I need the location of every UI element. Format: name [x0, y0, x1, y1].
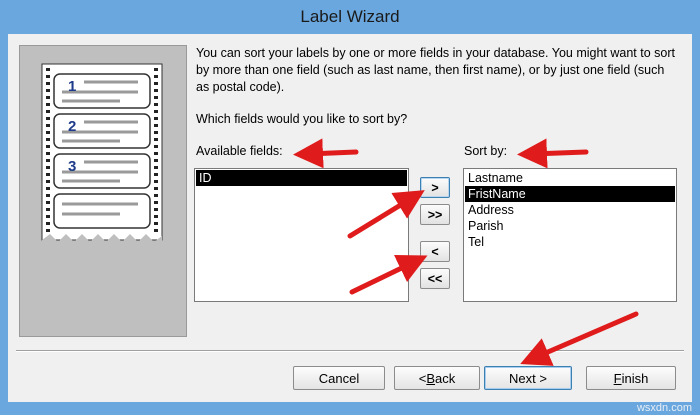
label-wizard-window: Label Wizard 1 2 3 You can sort your lab…	[0, 0, 700, 415]
intro-text: You can sort your labels by one or more …	[196, 46, 675, 94]
next-button[interactable]: Next >	[484, 366, 572, 390]
illus-label-3: 3	[68, 158, 76, 175]
available-fields-label: Available fields:	[196, 144, 283, 158]
window-title: Label Wizard	[300, 7, 400, 26]
illus-label-2: 2	[68, 118, 76, 135]
footer-separator	[16, 350, 684, 352]
sort-field-item[interactable]: Tel	[465, 234, 675, 250]
sort-field-item[interactable]: Address	[465, 202, 675, 218]
back-button-rest: ack	[435, 370, 456, 386]
finish-button-mnemonic: F	[613, 370, 622, 386]
back-button[interactable]: < Back	[394, 366, 480, 390]
title-bar[interactable]: Label Wizard	[0, 0, 700, 34]
sort-field-item[interactable]: FristName	[465, 186, 675, 202]
finish-button[interactable]: Finish	[586, 366, 676, 390]
remove-field-button[interactable]: <	[420, 241, 450, 262]
label-sheet-illustration: 1 2 3	[41, 63, 163, 251]
sort-by-label: Sort by:	[464, 144, 508, 158]
sort-field-item[interactable]: Lastname	[465, 170, 675, 186]
cancel-button[interactable]: Cancel	[293, 366, 385, 390]
watermark-text: wsxdn.com	[636, 402, 692, 414]
label-illustration-panel: 1 2 3	[19, 45, 187, 337]
add-field-button[interactable]: >	[420, 177, 450, 198]
available-field-item[interactable]: ID	[196, 170, 407, 186]
back-button-mnemonic: B	[426, 370, 436, 386]
sort-by-list[interactable]: Lastname FristName Address Parish Tel	[463, 168, 677, 302]
add-all-fields-button[interactable]: >>	[420, 204, 450, 225]
available-fields-list[interactable]: ID	[194, 168, 409, 302]
finish-button-rest: inish	[621, 370, 649, 386]
sort-field-item[interactable]: Parish	[465, 218, 675, 234]
remove-all-fields-button[interactable]: <<	[420, 268, 450, 289]
back-button-prefix: <	[418, 370, 427, 386]
dialog-body: 1 2 3 You can sort your labels by one or…	[8, 34, 692, 402]
label-sheet-graphic	[41, 63, 163, 251]
sort-question: Which fields would you like to sort by?	[196, 112, 408, 126]
illus-label-1: 1	[68, 78, 76, 95]
